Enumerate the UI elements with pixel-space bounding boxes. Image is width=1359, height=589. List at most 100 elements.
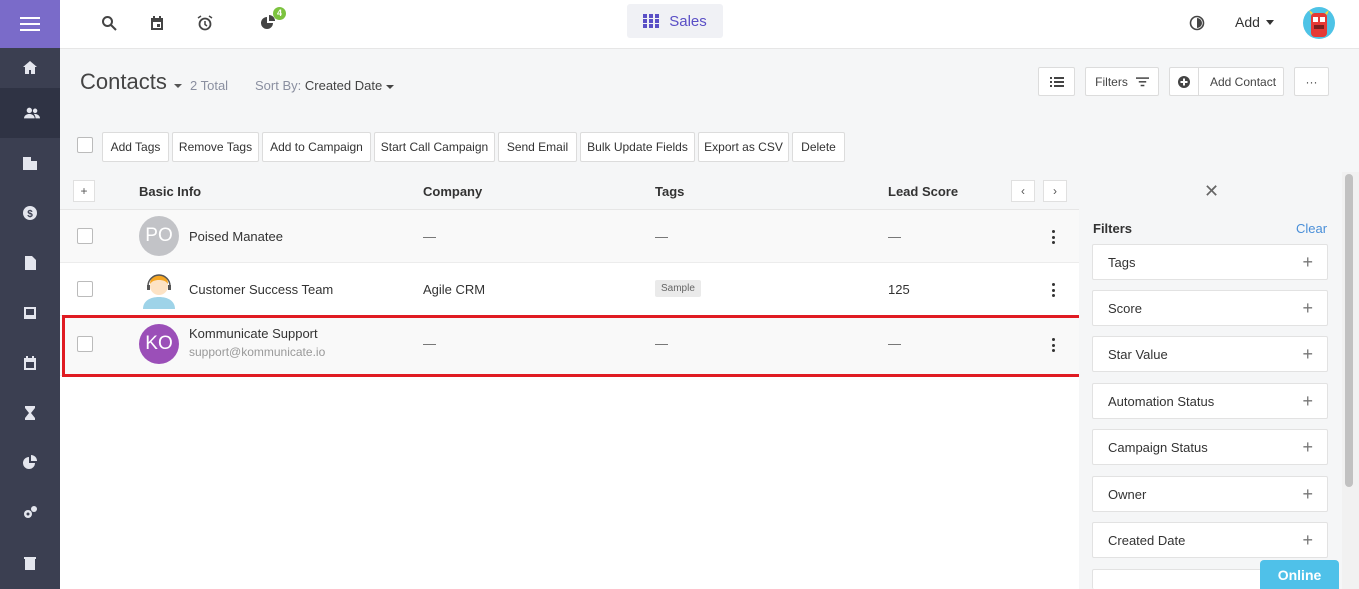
filter-item-star-value[interactable]: Star Value + (1092, 336, 1328, 372)
column-header-basic-info[interactable]: Basic Info (139, 184, 201, 199)
sort-by-control[interactable]: Sort By: Created Date (255, 78, 394, 93)
calendar-icon (24, 356, 36, 370)
inbox-icon (24, 307, 36, 319)
add-column-button[interactable]: + (73, 180, 95, 202)
pie-chart-icon (23, 455, 37, 469)
scroll-columns-right-button[interactable]: › (1043, 180, 1067, 202)
title-dropdown-caret-icon[interactable] (174, 84, 182, 88)
row-actions-icon[interactable] (1052, 338, 1056, 352)
table-row[interactable]: Customer Success Team Agile CRM Sample 1… (60, 263, 1079, 316)
send-email-button[interactable]: Send Email (498, 132, 577, 162)
row-checkbox[interactable] (77, 281, 93, 297)
search-icon[interactable] (99, 13, 119, 33)
alarm-clock-icon[interactable] (195, 13, 215, 33)
filters-button-label: Filters (1095, 74, 1128, 89)
sidebar-item-home[interactable] (0, 48, 60, 88)
table-row[interactable]: KO Kommunicate Support support@kommunica… (60, 316, 1079, 376)
company-cell[interactable]: Agile CRM (423, 282, 485, 297)
grid-icon (643, 14, 660, 28)
trash-icon (24, 557, 36, 570)
list-view-button[interactable] (1038, 67, 1075, 96)
filter-label: Owner (1108, 486, 1147, 502)
filter-label: Created Date (1108, 532, 1186, 548)
sidebar-item-tasks[interactable] (0, 388, 60, 438)
column-header-lead-score[interactable]: Lead Score (888, 184, 958, 199)
contacts-icon (23, 107, 40, 119)
plus-icon: + (1302, 390, 1313, 411)
filter-item-campaign-status[interactable]: Campaign Status + (1092, 429, 1328, 465)
sidebar-item-inbox[interactable] (0, 288, 60, 338)
filter-item-owner[interactable]: Owner + (1092, 476, 1328, 512)
select-all-checkbox[interactable] (77, 137, 93, 153)
company-cell: — (423, 336, 436, 351)
online-chat-button[interactable]: Online (1260, 560, 1339, 589)
filter-label: Campaign Status (1108, 439, 1208, 455)
company-cell: — (423, 229, 436, 244)
sidebar-item-trash[interactable] (0, 538, 60, 588)
table-row[interactable]: PO Poised Manatee — — — (60, 210, 1079, 263)
support-agent-avatar (139, 269, 179, 309)
home-icon (23, 61, 37, 74)
sidebar-item-deals[interactable]: $ (0, 188, 60, 238)
theme-toggle-icon[interactable] (1187, 13, 1207, 33)
sort-by-label: Sort By: (255, 78, 302, 93)
more-options-button[interactable]: ··· (1294, 67, 1329, 96)
hourglass-icon (25, 406, 35, 420)
filter-item-automation-status[interactable]: Automation Status + (1092, 383, 1328, 419)
hamburger-menu-icon[interactable] (0, 0, 60, 48)
close-icon[interactable]: ✕ (1204, 181, 1219, 202)
calendar-icon[interactable] (147, 13, 167, 33)
row-checkbox[interactable] (77, 336, 93, 352)
settings-gears-icon (24, 506, 37, 518)
app-switcher-button[interactable]: Sales (627, 4, 723, 38)
plus-icon: + (1302, 436, 1313, 457)
app-switcher-label: Sales (669, 12, 707, 30)
table-header: + Basic Info Company Tags Lead Score ‹ › (60, 172, 1079, 210)
sidebar-item-calendar[interactable] (0, 338, 60, 388)
sidebar-item-documents[interactable] (0, 238, 60, 288)
filter-item-tags[interactable]: Tags + (1092, 244, 1328, 280)
scroll-columns-left-button[interactable]: ‹ (1011, 180, 1035, 202)
clear-filters-link[interactable]: Clear (1296, 221, 1327, 236)
sidebar-item-contacts[interactable] (0, 88, 60, 138)
lead-score-cell: — (888, 336, 901, 351)
sidebar-item-companies[interactable] (0, 138, 60, 188)
delete-button[interactable]: Delete (792, 132, 845, 162)
filters-scrollbar[interactable] (1342, 172, 1359, 589)
plus-icon: + (1302, 483, 1313, 504)
reports-icon[interactable]: 4 (258, 7, 286, 33)
row-actions-icon[interactable] (1052, 230, 1056, 244)
bulk-update-fields-button[interactable]: Bulk Update Fields (580, 132, 695, 162)
add-to-campaign-button[interactable]: Add to Campaign (262, 132, 371, 162)
tag-badge[interactable]: Sample (655, 280, 701, 297)
remove-tags-button[interactable]: Remove Tags (172, 132, 259, 162)
filters-title: Filters (1093, 221, 1133, 236)
user-avatar[interactable] (1303, 7, 1335, 39)
column-header-tags[interactable]: Tags (655, 184, 684, 199)
filter-item-score[interactable]: Score + (1092, 290, 1328, 326)
plus-icon: + (1302, 251, 1313, 272)
add-menu-button[interactable]: Add (1235, 14, 1274, 30)
add-contact-button[interactable]: Add Contact (1169, 67, 1284, 96)
sidebar-item-settings[interactable] (0, 488, 60, 538)
filter-item-created-date[interactable]: Created Date + (1092, 522, 1328, 558)
row-actions-icon[interactable] (1052, 283, 1056, 297)
contact-email[interactable]: support@kommunicate.io (189, 345, 325, 359)
contact-name[interactable]: Kommunicate Support (189, 326, 318, 341)
contact-name[interactable]: Customer Success Team (189, 282, 333, 297)
add-tags-button[interactable]: Add Tags (102, 132, 169, 162)
sidebar: $ (0, 0, 60, 589)
list-icon (1049, 76, 1064, 87)
column-header-company[interactable]: Company (423, 184, 482, 199)
svg-text:$: $ (27, 209, 33, 220)
sidebar-item-reports[interactable] (0, 438, 60, 488)
tags-cell: — (655, 229, 668, 244)
scrollbar-thumb[interactable] (1345, 174, 1353, 487)
row-checkbox[interactable] (77, 228, 93, 244)
filters-button[interactable]: Filters (1085, 67, 1159, 96)
export-csv-button[interactable]: Export as CSV (698, 132, 789, 162)
avatar: PO (139, 216, 179, 256)
companies-icon (23, 157, 37, 170)
start-call-campaign-button[interactable]: Start Call Campaign (374, 132, 495, 162)
contact-name[interactable]: Poised Manatee (189, 229, 283, 244)
